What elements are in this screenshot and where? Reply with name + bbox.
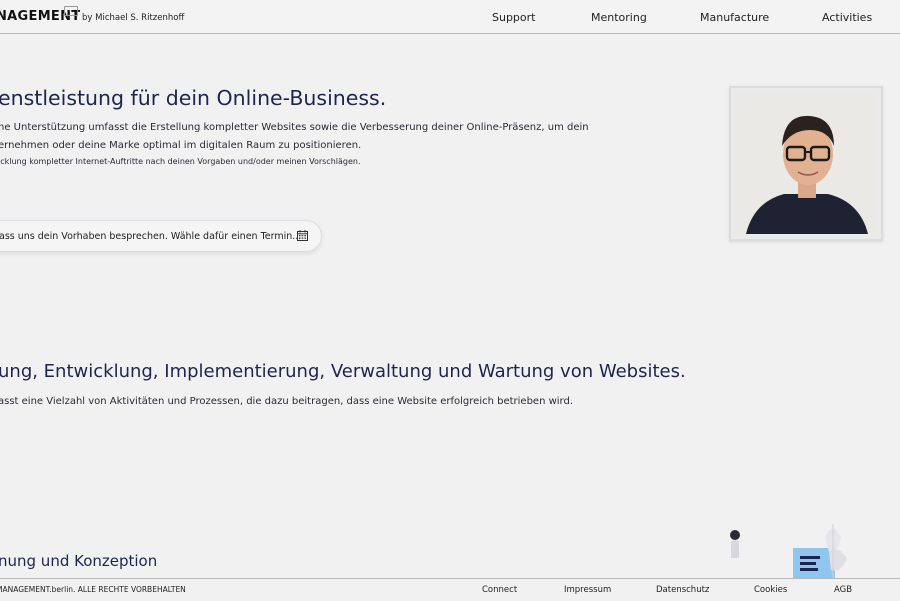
footer-link-cookies[interactable]: Cookies: [754, 585, 787, 595]
nav-activities[interactable]: Activities: [822, 11, 872, 24]
footer-link-connect[interactable]: Connect: [482, 585, 517, 595]
site-footer: MANAGEMENT.berlin. ALLE RECHTE VORBEHALT…: [0, 578, 900, 601]
copyright-text: MANAGEMENT.berlin. ALLE RECHTE VORBEHALT…: [0, 585, 186, 594]
hero-title: enstleistung für dein Online-Business.: [0, 86, 387, 110]
nav-mentoring[interactable]: Mentoring: [591, 11, 647, 24]
hero-subtext: icklung kompletter Internet-Auftritte na…: [0, 157, 361, 166]
brand-mark-icon: [64, 6, 78, 16]
appointment-button-label: ass uns dein Vorhaben besprechen. Wähle …: [0, 231, 302, 242]
site-header: NAGEMENT by Michael S. Ritzenhoff Suppor…: [0, 0, 900, 34]
portrait-photo: [736, 94, 876, 234]
decorative-illustration: [730, 524, 847, 578]
section-title-websites: ung, Entwicklung, Implementierung, Verwa…: [0, 361, 686, 382]
section-title-planning: nung und Konzeption: [0, 552, 158, 570]
hero-paragraph-line: ernehmen oder deine Marke optimal im dig…: [0, 139, 362, 151]
appointment-button[interactable]: ass uns dein Vorhaben besprechen. Wähle …: [0, 220, 322, 252]
calendar-icon: [297, 230, 308, 241]
nav-manufacture[interactable]: Manufacture: [700, 11, 769, 24]
footer-link-agb[interactable]: AGB: [834, 585, 852, 595]
footer-link-datenschutz[interactable]: Datenschutz: [656, 585, 709, 595]
section-text-websites: asst eine Vielzahl von Aktivitäten und P…: [0, 396, 574, 407]
hero-paragraph: ne Unterstützung umfasst die Erstellung …: [0, 119, 598, 154]
nav-support[interactable]: Support: [492, 11, 535, 24]
hero-paragraph-line: ne Unterstützung umfasst die Erstellung …: [0, 122, 589, 133]
brand-byline: by Michael S. Ritzenhoff: [82, 13, 185, 23]
footer-link-impressum[interactable]: Impressum: [564, 585, 611, 595]
